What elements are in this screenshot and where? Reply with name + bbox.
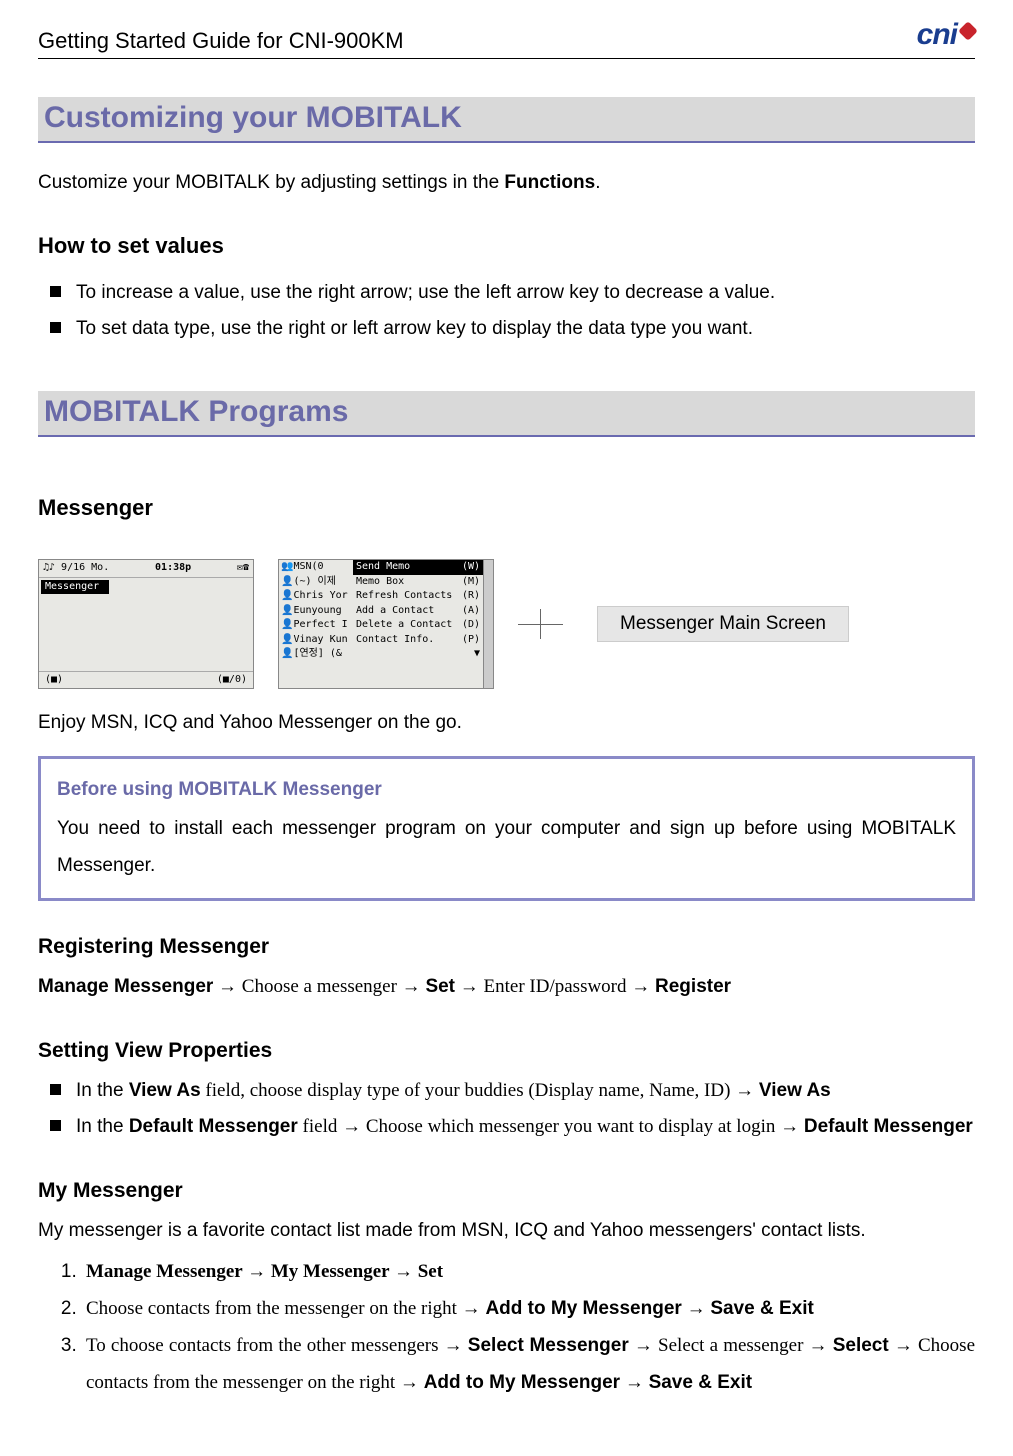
enjoy-text: Enjoy MSN, ICQ and Yahoo Messenger on th… <box>38 707 975 739</box>
intro-paragraph: Customize your MOBITALK by adjusting set… <box>38 167 975 199</box>
subheading-how-to-set: How to set values <box>38 233 975 259</box>
how-to-list: To increase a value, use the right arrow… <box>50 275 975 347</box>
header-title: Getting Started Guide for CNI-900KM <box>38 28 404 54</box>
subheading-my-messenger: My Messenger <box>38 1179 975 1203</box>
list-item: To choose contacts from the other messen… <box>82 1327 975 1401</box>
device-screenshot-2: 👥MSN(0Send Memo(W) 👤(~) 이제Memo Box(M) 👤C… <box>278 559 494 689</box>
callout-connector <box>518 609 563 639</box>
info-box-body: You need to install each messenger progr… <box>57 810 956 884</box>
device-screenshot-1: ♫♪ 9/16 Mo. 01:38p ✉☎ Messenger (■) (■/0… <box>38 559 254 689</box>
list-item: Manage Messenger → My Messenger → Set <box>82 1253 975 1290</box>
logo: cni <box>917 18 975 54</box>
info-box-title: Before using MOBITALK Messenger <box>57 771 956 808</box>
page-header: Getting Started Guide for CNI-900KM cni <box>38 18 975 59</box>
list-item: To increase a value, use the right arrow… <box>50 275 975 311</box>
my-messenger-intro: My messenger is a favorite contact list … <box>38 1213 975 1249</box>
callout-label: Messenger Main Screen <box>597 606 849 642</box>
view-properties-list: In the View As field, choose display typ… <box>50 1073 975 1145</box>
list-item: Choose contacts from the messenger on th… <box>82 1290 975 1327</box>
list-item: In the Default Messenger field → Choose … <box>50 1109 975 1145</box>
subheading-messenger: Messenger <box>38 495 975 521</box>
info-box: Before using MOBITALK Messenger You need… <box>38 756 975 901</box>
registering-steps: Manage Messenger → Choose a messenger → … <box>38 969 975 1005</box>
my-messenger-steps: Manage Messenger → My Messenger → Set Ch… <box>82 1253 975 1401</box>
list-item: In the View As field, choose display typ… <box>50 1073 975 1109</box>
list-item: To set data type, use the right or left … <box>50 311 975 347</box>
logo-accent-icon <box>958 21 978 41</box>
screenshots-row: ♫♪ 9/16 Mo. 01:38p ✉☎ Messenger (■) (■/0… <box>38 559 975 689</box>
logo-text: cni <box>917 18 957 52</box>
subheading-registering: Registering Messenger <box>38 935 975 959</box>
section-heading-programs: MOBITALK Programs <box>38 391 975 437</box>
subheading-view-properties: Setting View Properties <box>38 1039 975 1063</box>
section-heading-customizing: Customizing your MOBITALK <box>38 97 975 143</box>
